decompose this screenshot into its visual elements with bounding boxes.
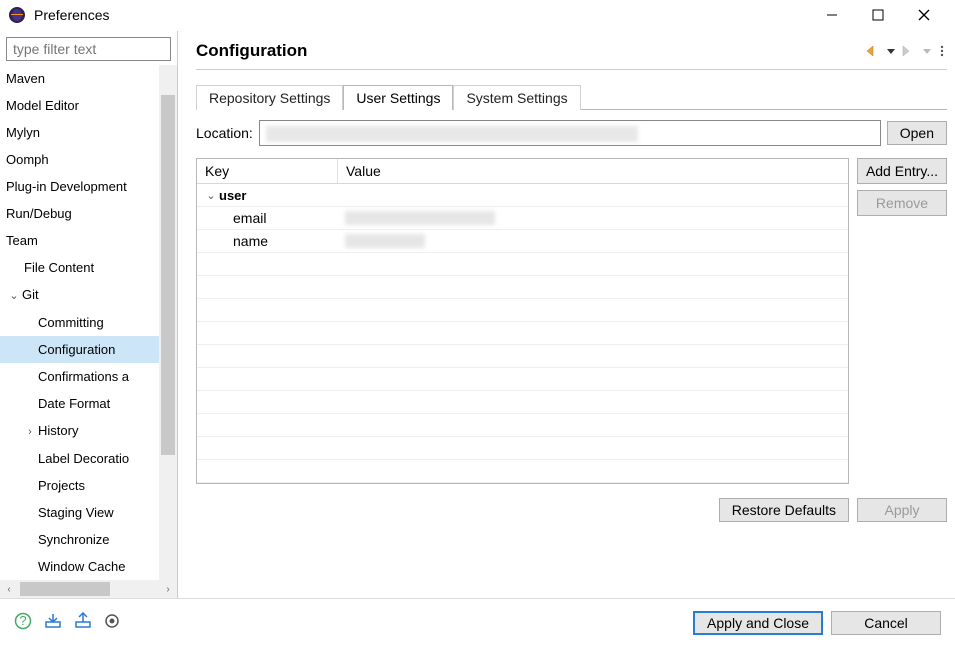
tab-user-settings[interactable]: User Settings bbox=[343, 85, 453, 110]
location-label: Location: bbox=[196, 125, 253, 141]
table-row[interactable]: name bbox=[197, 230, 848, 253]
horizontal-scrollbar[interactable]: ‹ › bbox=[0, 580, 177, 598]
import-icon[interactable] bbox=[44, 612, 62, 633]
filter-input[interactable] bbox=[6, 37, 171, 61]
minimize-button[interactable] bbox=[809, 0, 855, 30]
tree-item[interactable]: Committing bbox=[0, 309, 159, 336]
dropdown-icon[interactable] bbox=[887, 47, 895, 55]
chevron-right-icon[interactable]: › bbox=[24, 421, 36, 443]
tree-item-configuration[interactable]: Configuration bbox=[0, 336, 159, 363]
add-entry-button[interactable]: Add Entry... bbox=[857, 158, 947, 184]
table-row[interactable] bbox=[197, 414, 848, 437]
chevron-down-icon[interactable]: ⌄ bbox=[8, 285, 20, 307]
back-icon[interactable] bbox=[865, 45, 881, 57]
open-button[interactable]: Open bbox=[887, 121, 947, 145]
page: Configuration Repository Settings User S… bbox=[178, 31, 955, 598]
tree-item[interactable]: Staging View bbox=[0, 499, 159, 526]
tab-panel: Location: Open Key Value ⌄user email nam… bbox=[196, 109, 947, 522]
table-row[interactable] bbox=[197, 391, 848, 414]
config-table[interactable]: Key Value ⌄user email name bbox=[196, 158, 849, 484]
tree-item[interactable]: Mylyn bbox=[0, 119, 159, 146]
location-input[interactable] bbox=[259, 120, 881, 146]
tree-item[interactable]: Oomph bbox=[0, 146, 159, 173]
table-row[interactable] bbox=[197, 322, 848, 345]
tree-item[interactable]: Label Decoratio bbox=[0, 445, 159, 472]
help-icon[interactable]: ? bbox=[14, 612, 32, 633]
close-button[interactable] bbox=[901, 0, 947, 30]
tree-item[interactable]: Synchronize bbox=[0, 526, 159, 553]
page-nav-icons bbox=[865, 45, 947, 57]
preference-tree[interactable]: Maven Model Editor Mylyn Oomph Plug-in D… bbox=[0, 65, 159, 580]
tree-item[interactable]: Model Editor bbox=[0, 92, 159, 119]
scroll-left-icon[interactable]: ‹ bbox=[0, 584, 18, 595]
tree-item[interactable]: Date Format bbox=[0, 390, 159, 417]
menu-icon[interactable] bbox=[937, 45, 947, 57]
tree-item-git[interactable]: ⌄Git bbox=[0, 281, 159, 309]
tab-system-settings[interactable]: System Settings bbox=[453, 85, 580, 110]
restore-defaults-button[interactable]: Restore Defaults bbox=[719, 498, 849, 522]
scrollbar-thumb[interactable] bbox=[20, 582, 110, 596]
tree-item[interactable]: Run/Debug bbox=[0, 200, 159, 227]
apply-button[interactable]: Apply bbox=[857, 498, 947, 522]
dropdown-icon[interactable] bbox=[923, 47, 931, 55]
oomph-icon[interactable] bbox=[104, 613, 120, 632]
table-group-row[interactable]: ⌄user bbox=[197, 184, 848, 207]
tree-item[interactable]: Confirmations a bbox=[0, 363, 159, 390]
table-row[interactable] bbox=[197, 299, 848, 322]
column-header-value[interactable]: Value bbox=[337, 159, 848, 183]
titlebar: Preferences bbox=[0, 0, 955, 31]
window-title: Preferences bbox=[34, 7, 809, 23]
tab-repository-settings[interactable]: Repository Settings bbox=[196, 85, 343, 110]
svg-text:?: ? bbox=[19, 613, 26, 628]
eclipse-icon bbox=[8, 6, 26, 24]
table-row[interactable] bbox=[197, 276, 848, 299]
tree-item[interactable]: Plug-in Development bbox=[0, 173, 159, 200]
tree-item[interactable]: Window Cache bbox=[0, 553, 159, 580]
table-row[interactable] bbox=[197, 368, 848, 391]
cancel-button[interactable]: Cancel bbox=[831, 611, 941, 635]
dialog-footer: ? Apply and Close Cancel bbox=[0, 598, 955, 646]
table-row[interactable]: email bbox=[197, 207, 848, 230]
sidebar: Maven Model Editor Mylyn Oomph Plug-in D… bbox=[0, 31, 178, 598]
remove-button[interactable]: Remove bbox=[857, 190, 947, 216]
table-row[interactable] bbox=[197, 345, 848, 368]
tabs: Repository Settings User Settings System… bbox=[196, 84, 947, 109]
vertical-scrollbar[interactable] bbox=[159, 65, 177, 580]
scroll-right-icon[interactable]: › bbox=[159, 584, 177, 595]
table-row[interactable] bbox=[197, 437, 848, 460]
apply-and-close-button[interactable]: Apply and Close bbox=[693, 611, 823, 635]
export-icon[interactable] bbox=[74, 612, 92, 633]
page-title: Configuration bbox=[196, 41, 865, 61]
tree-item[interactable]: Maven bbox=[0, 65, 159, 92]
column-header-key[interactable]: Key bbox=[197, 159, 337, 183]
tree-item[interactable]: Projects bbox=[0, 472, 159, 499]
table-row[interactable] bbox=[197, 253, 848, 276]
forward-icon[interactable] bbox=[901, 45, 917, 57]
tree-item[interactable]: File Content bbox=[0, 254, 159, 281]
tree-item[interactable]: ›History bbox=[0, 417, 159, 445]
maximize-button[interactable] bbox=[855, 0, 901, 30]
scrollbar-thumb[interactable] bbox=[161, 95, 175, 455]
tree-item[interactable]: Team bbox=[0, 227, 159, 254]
filter-box bbox=[6, 37, 171, 61]
chevron-down-icon[interactable]: ⌄ bbox=[205, 189, 217, 202]
table-row[interactable] bbox=[197, 460, 848, 483]
